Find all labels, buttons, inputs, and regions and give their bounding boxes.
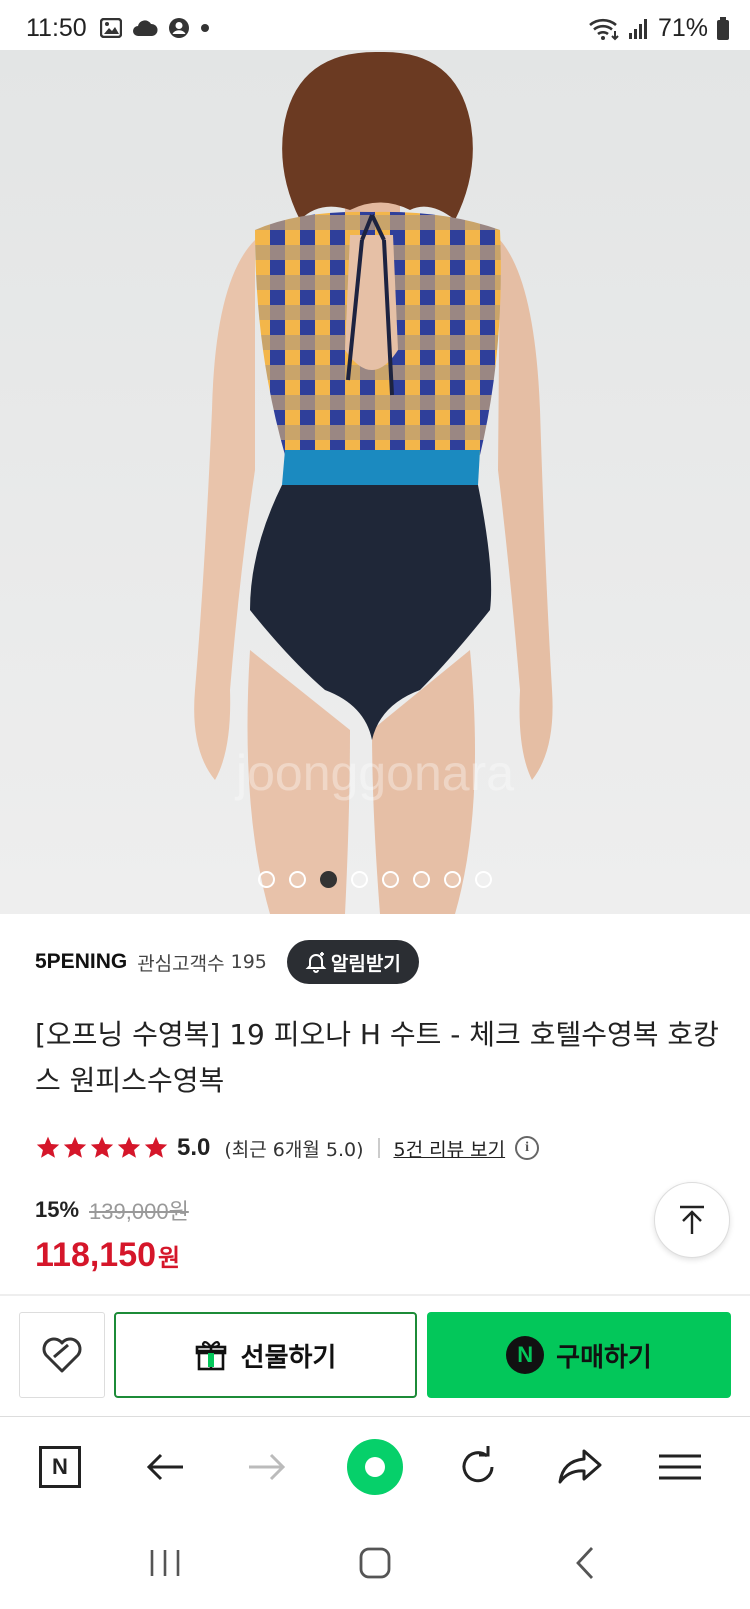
carousel-dot[interactable] bbox=[444, 871, 461, 888]
original-price: 139,000원 bbox=[89, 1199, 189, 1224]
back-arrow-icon bbox=[146, 1453, 183, 1481]
carousel-dot[interactable] bbox=[475, 871, 492, 888]
system-back-icon bbox=[576, 1546, 594, 1579]
product-photo: joonggonara bbox=[0, 50, 750, 914]
star-icon bbox=[36, 1136, 60, 1158]
discount-rate: 15% bbox=[35, 1197, 80, 1222]
forward-button[interactable] bbox=[227, 1417, 307, 1517]
buy-button[interactable]: N 구매하기 bbox=[427, 1312, 731, 1398]
carousel-dot[interactable] bbox=[289, 871, 306, 888]
rating-score: 5.0 bbox=[177, 1134, 211, 1161]
star-icon bbox=[117, 1136, 141, 1158]
menu-button[interactable] bbox=[640, 1417, 720, 1517]
refresh-button[interactable] bbox=[438, 1417, 518, 1517]
gift-button[interactable]: 선물하기 bbox=[114, 1312, 417, 1398]
status-icons-left bbox=[100, 17, 210, 39]
recent-apps-button[interactable] bbox=[120, 1516, 210, 1609]
store-row: 5PENING 관심고객수 195 알림받기 bbox=[35, 940, 419, 984]
battery-icon bbox=[717, 16, 729, 40]
scroll-top-button[interactable] bbox=[654, 1182, 730, 1258]
wishlist-button[interactable] bbox=[19, 1312, 105, 1398]
status-icons-right: 71% bbox=[588, 14, 730, 43]
gallery-icon bbox=[100, 18, 122, 38]
status-time: 11:50 bbox=[26, 14, 87, 42]
info-icon[interactable]: i bbox=[515, 1136, 540, 1160]
star-icon bbox=[63, 1136, 87, 1158]
buy-button-label: 구매하기 bbox=[556, 1342, 652, 1373]
fav-label: 관심고객수 bbox=[137, 952, 225, 975]
home-button[interactable] bbox=[330, 1516, 420, 1609]
android-nav-bar bbox=[0, 1516, 750, 1609]
cloud-icon bbox=[133, 20, 158, 36]
status-bar: 11:50 71% bbox=[0, 0, 750, 50]
purchase-bar: 선물하기 N 구매하기 bbox=[0, 1296, 750, 1416]
bell-plus-icon bbox=[305, 952, 327, 973]
star-rating bbox=[35, 1135, 169, 1161]
share-button[interactable] bbox=[540, 1417, 620, 1517]
fav-count: 195 bbox=[230, 951, 267, 973]
share-icon bbox=[558, 1449, 602, 1484]
dot-icon bbox=[201, 24, 209, 32]
review-link[interactable]: 5건 리뷰 보기 bbox=[394, 1135, 506, 1162]
account-icon bbox=[169, 18, 189, 38]
battery-percent: 71% bbox=[657, 14, 708, 42]
browser-toolbar: N bbox=[0, 1416, 750, 1516]
refresh-icon bbox=[462, 1446, 494, 1483]
signal-icon bbox=[628, 18, 647, 39]
wifi-icon bbox=[589, 18, 619, 40]
alarm-button-label: 알림받기 bbox=[330, 952, 401, 975]
currency-unit: 원 bbox=[158, 1244, 181, 1272]
system-back-button[interactable] bbox=[540, 1516, 630, 1609]
npay-badge: N bbox=[506, 1336, 545, 1374]
price-original-row: 15% 139,000원 bbox=[35, 1194, 189, 1226]
carousel-dot[interactable] bbox=[351, 871, 368, 888]
sale-price-row: 118,150 원 bbox=[35, 1236, 180, 1275]
gift-button-label: 선물하기 bbox=[240, 1342, 337, 1373]
star-icon bbox=[90, 1136, 114, 1158]
naver-home-button[interactable]: N bbox=[20, 1417, 100, 1517]
svg-text:joonggonara: joonggonara bbox=[234, 745, 514, 801]
forward-arrow-icon bbox=[249, 1453, 286, 1481]
recent-apps-icon bbox=[150, 1549, 180, 1576]
gift-icon bbox=[195, 1340, 226, 1371]
back-button[interactable] bbox=[125, 1417, 205, 1517]
product-title: [오프닝 수영복] 19 피오나 H 수트 - 체크 호텔수영복 호캉스 원피스… bbox=[35, 1018, 719, 1097]
alarm-button[interactable]: 알림받기 bbox=[286, 940, 419, 984]
carousel-dot[interactable] bbox=[382, 871, 399, 888]
carousel-dot-active[interactable] bbox=[320, 871, 337, 888]
divider bbox=[377, 1138, 380, 1158]
heart-icon bbox=[42, 1337, 82, 1373]
arrow-up-icon bbox=[680, 1205, 704, 1234]
sale-price: 118,150 bbox=[35, 1236, 157, 1274]
carousel-dot[interactable] bbox=[413, 871, 430, 888]
naver-home-icon: N bbox=[39, 1446, 81, 1488]
green-dot-icon bbox=[347, 1439, 403, 1495]
store-name[interactable]: 5PENING bbox=[35, 950, 127, 974]
menu-icon bbox=[659, 1454, 701, 1480]
naver-home-badge: N bbox=[52, 1454, 68, 1479]
rating-recent: (최근 6개월 5.0) bbox=[224, 1138, 364, 1161]
star-icon bbox=[144, 1136, 168, 1158]
rating-row: 5.0 (최근 6개월 5.0) 5건 리뷰 보기 i bbox=[35, 1130, 540, 1166]
green-dot-button[interactable] bbox=[335, 1417, 415, 1517]
carousel-dots bbox=[0, 871, 750, 888]
carousel-dot[interactable] bbox=[258, 871, 275, 888]
product-image-carousel[interactable]: joonggonara bbox=[0, 50, 750, 914]
home-square-icon bbox=[359, 1547, 391, 1578]
